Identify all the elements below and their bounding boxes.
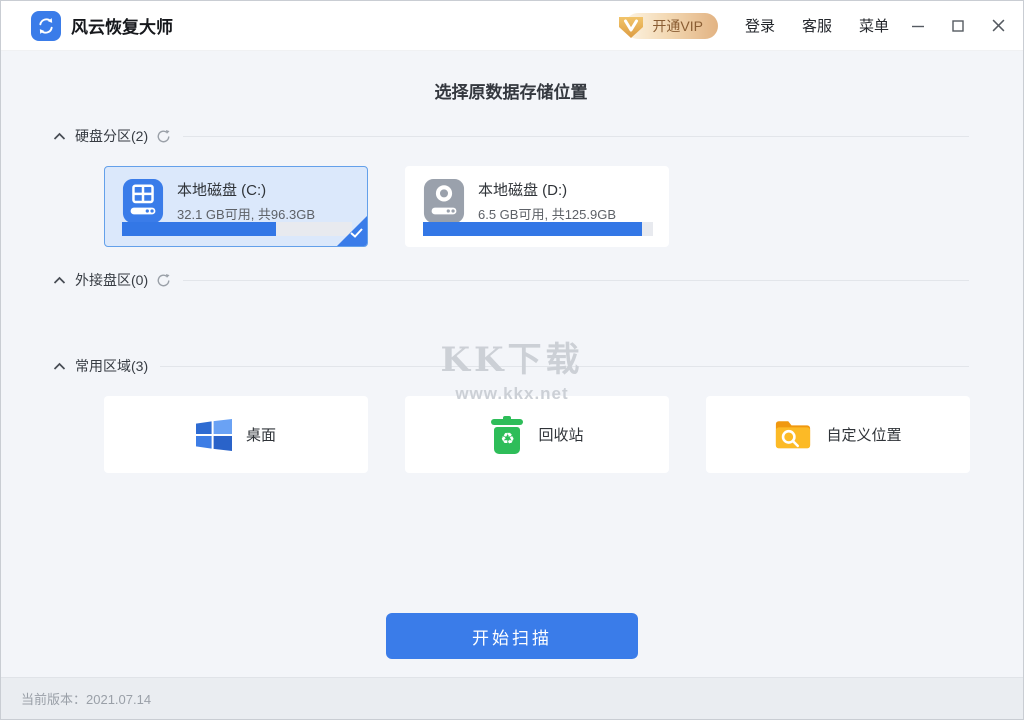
minimize-button[interactable] [907,15,929,37]
app-title: 风云恢复大师 [71,18,173,37]
section-title-hdd: 硬盘分区(2) [75,128,149,144]
section-title-common: 常用区域(3) [75,358,149,374]
disk-cards-row: 本地磁盘 (C:) 32.1 GB可用, 共96.3GB 本地磁盘 (D:) 6… [104,166,969,247]
login-button[interactable]: 登录 [745,15,775,36]
app-window: 风云恢复大师 开通VIP 登录 客服 菜单 选择原数据存储位置 硬盘分区(2) … [0,0,1024,720]
disk-usage-fill [423,222,642,236]
section-title-external: 外接盘区(0) [75,272,149,288]
maximize-icon [952,19,964,32]
app-logo-icon [31,10,61,41]
section-common-areas: 常用区域(3) [53,356,969,376]
location-label: 桌面 [245,427,276,444]
section-divider [183,279,969,281]
disk-detail: 6.5 GB可用, 共125.9GB [478,207,617,222]
vip-label: 开通VIP [652,17,703,34]
disk-usage-fill [122,222,277,236]
section-divider [183,135,969,137]
vip-v-badge-icon [619,16,644,38]
chevron-up-icon[interactable] [53,276,66,285]
support-button[interactable]: 客服 [802,15,832,36]
selected-check-icon [337,216,367,246]
folder-search-icon [774,418,812,451]
title-bar: 风云恢复大师 开通VIP 登录 客服 菜单 [1,1,1023,51]
section-divider [160,365,969,367]
disk-detail: 32.1 GB可用, 共96.3GB [177,207,316,222]
disk-name: 本地磁盘 (C:) [177,182,267,199]
close-button[interactable] [987,15,1009,37]
disk-name: 本地磁盘 (D:) [478,182,568,199]
recycle-bin-icon: ♻ [490,415,524,454]
version-label: 当前版本：2021.07.14 [21,692,152,707]
page-title: 选择原数据存储位置 [434,83,588,102]
footer-bar: 当前版本：2021.07.14 [1,677,1023,719]
main-content: 选择原数据存储位置 硬盘分区(2) 本地磁盘 (C:) 32.1 GB可用, 共… [1,51,1023,677]
refresh-icon[interactable] [156,273,171,288]
disk-card-c[interactable]: 本地磁盘 (C:) 32.1 GB可用, 共96.3GB [104,166,368,247]
recycle-glyph: ♻ [500,431,515,448]
location-label: 自定义位置 [826,427,902,444]
location-card-custom[interactable]: 自定义位置 [706,396,970,473]
open-vip-button[interactable]: 开通VIP [619,12,718,39]
chevron-up-icon[interactable] [53,362,66,371]
refresh-icon[interactable] [156,129,171,144]
minimize-icon [912,25,924,27]
location-card-desktop[interactable]: 桌面 [104,396,368,473]
location-card-recycle-bin[interactable]: ♻ 回收站 [405,396,669,473]
local-disk-c-icon [122,179,164,223]
close-icon [992,19,1004,32]
maximize-button[interactable] [947,15,969,37]
location-cards-row: 桌面 ♻ 回收站 自定义位置 [104,396,970,473]
section-hdd-partitions: 硬盘分区(2) [53,126,969,146]
disk-usage-bar [122,222,352,236]
chevron-up-icon[interactable] [53,132,66,141]
location-label: 回收站 [538,427,584,444]
local-disk-d-icon [423,179,465,223]
disk-usage-bar [423,222,653,236]
section-external-drives: 外接盘区(0) [53,270,969,290]
windows-logo-icon [195,418,232,451]
start-scan-button[interactable]: 开始扫描 [386,613,638,659]
disk-card-d[interactable]: 本地磁盘 (D:) 6.5 GB可用, 共125.9GB [405,166,669,247]
menu-button[interactable]: 菜单 [859,15,889,36]
